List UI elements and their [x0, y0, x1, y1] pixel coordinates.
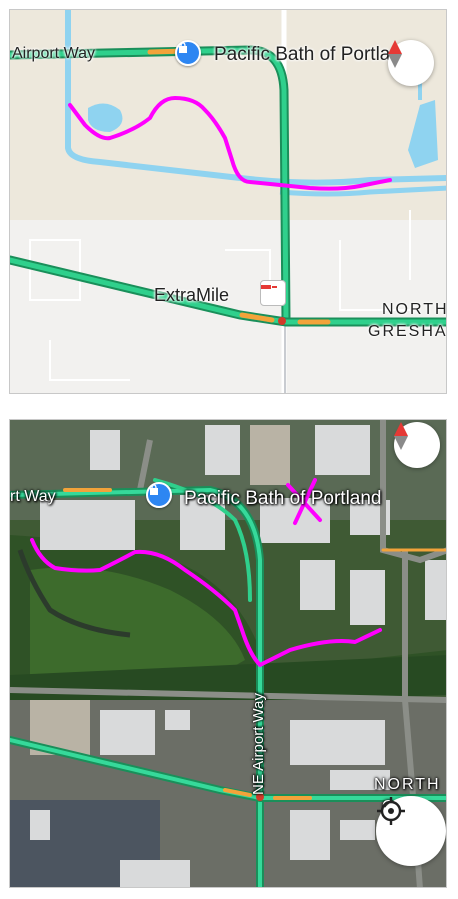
satellite-map-panel[interactable]: rt Way Pacific Bath of Portland NE Airpo… [9, 419, 447, 888]
shopping-bag-icon[interactable] [146, 482, 172, 508]
area-label-gresham: GRESHA [368, 323, 447, 340]
gas-station-icon[interactable] [260, 280, 286, 306]
area-label-north: NORTH [382, 301, 447, 318]
road-label-ne-airport-way: NE Airport Way [250, 693, 267, 795]
road-label-airport-way: Airport Way [12, 45, 95, 62]
road-label-airport-way: rt Way [10, 488, 56, 505]
compass-icon[interactable] [394, 422, 440, 468]
my-location-icon[interactable] [376, 796, 446, 866]
pond [88, 103, 123, 132]
compass-icon[interactable] [388, 40, 434, 86]
area-label-north: NORTH [374, 776, 441, 793]
poi-label-pacific-bath[interactable]: Pacific Bath of Portland [184, 488, 382, 510]
poi-label-extramile[interactable]: ExtraMile [154, 285, 229, 306]
shopping-bag-icon[interactable] [175, 40, 201, 66]
pond [408, 100, 438, 168]
slough-channel [65, 10, 446, 186]
road-map-panel[interactable]: Airport Way Pacific Bath of Portland Ext… [9, 9, 447, 394]
poi-label-pacific-bath[interactable]: Pacific Bath of Portland [214, 44, 412, 66]
